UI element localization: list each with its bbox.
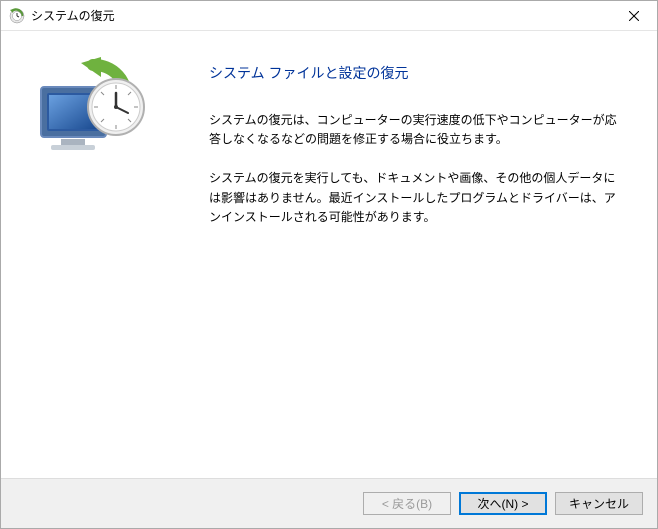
close-button[interactable]: [611, 1, 657, 31]
titlebar: システムの復元: [1, 1, 657, 31]
description-paragraph-2: システムの復元を実行しても、ドキュメントや画像、その他の個人データには影響はあり…: [209, 169, 627, 227]
back-button: < 戻る(B): [363, 492, 451, 515]
page-heading: システム ファイルと設定の復元: [209, 63, 627, 83]
window-title: システムの復元: [31, 7, 611, 24]
description-paragraph-1: システムの復元は、コンピューターの実行速度の低下やコンピューターが応答しなくなる…: [209, 111, 627, 149]
footer: < 戻る(B) 次へ(N) > キャンセル: [1, 478, 657, 528]
content-area: システム ファイルと設定の復元 システムの復元は、コンピューターの実行速度の低下…: [1, 31, 657, 478]
left-pane: [1, 31, 201, 478]
right-pane: システム ファイルと設定の復元 システムの復元は、コンピューターの実行速度の低下…: [201, 31, 657, 478]
cancel-button[interactable]: キャンセル: [555, 492, 643, 515]
next-button[interactable]: 次へ(N) >: [459, 492, 547, 515]
restore-illustration: [31, 57, 151, 167]
system-restore-icon: [9, 8, 25, 24]
